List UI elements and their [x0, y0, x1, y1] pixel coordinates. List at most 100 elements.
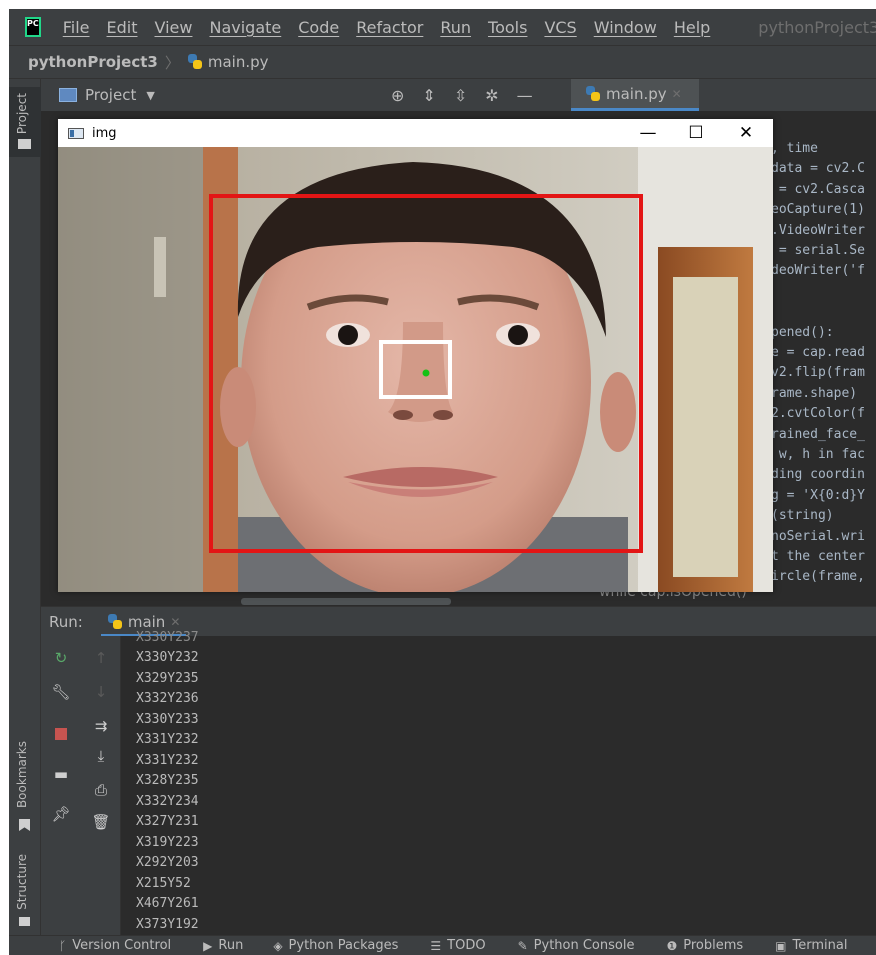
menu-tools[interactable]: Tools: [488, 18, 527, 37]
soft-wrap-icon[interactable]: ⇉: [91, 716, 111, 736]
menu-refactor[interactable]: Refactor: [356, 18, 423, 37]
breadcrumb-project[interactable]: pythonProject3: [28, 53, 158, 71]
code-line: ircle(frame,: [771, 569, 865, 585]
code-line: ding coordin: [771, 467, 865, 483]
console-line: X330Y233: [136, 711, 199, 727]
minimize-icon[interactable]: —: [624, 119, 672, 147]
run-icon: ▶: [203, 938, 213, 953]
tool-tab-project[interactable]: Project: [9, 87, 41, 157]
scroll-to-end-icon[interactable]: ⤓: [91, 746, 111, 766]
branch-icon: ᚴ: [59, 938, 67, 953]
bookmark-icon: [19, 819, 30, 831]
menu-run[interactable]: Run: [440, 18, 471, 37]
hide-panel-icon[interactable]: —: [517, 86, 533, 105]
console-line-partial: X330Y237: [136, 630, 199, 645]
menu-window[interactable]: Window: [594, 18, 657, 37]
print-icon[interactable]: ⎙: [91, 780, 111, 800]
project-horizontal-scrollbar[interactable]: [41, 598, 571, 606]
tab-label: main.py: [606, 84, 667, 103]
stop-icon[interactable]: [51, 724, 71, 744]
editor-tab-bar: main.py ✕: [571, 79, 876, 111]
folder-icon: [18, 139, 31, 149]
list-icon: ☰: [430, 938, 442, 953]
breadcrumb-file[interactable]: main.py: [208, 53, 269, 71]
run-toolbar-secondary: ↑ ↓ ⇉ ⤓ ⎙ 🗑︎: [81, 636, 121, 935]
problems-icon: ❶: [666, 938, 678, 953]
collapse-all-icon[interactable]: ⇳: [454, 86, 467, 105]
close-icon[interactable]: ✕: [672, 87, 682, 101]
wrench-icon[interactable]: 🔧︎: [51, 682, 71, 702]
code-line: t the center: [771, 549, 865, 564]
expand-all-icon[interactable]: ⇕: [422, 86, 435, 105]
menu-navigate[interactable]: Navigate: [209, 18, 281, 37]
console-line: X332Y236: [136, 691, 199, 706]
breadcrumb-chevron-icon: 〉: [164, 53, 180, 72]
status-label: Python Packages: [288, 938, 399, 953]
status-label: Problems: [683, 938, 744, 953]
close-icon[interactable]: ✕: [170, 615, 180, 629]
img-window[interactable]: img — ☐ ✕: [58, 119, 773, 592]
status-problems[interactable]: ❶ Problems: [666, 938, 743, 953]
status-label: Terminal: [792, 938, 848, 953]
status-label: Python Console: [533, 938, 635, 953]
code-line: noSerial.wri: [771, 528, 865, 544]
menu-file[interactable]: File: [63, 18, 90, 37]
menu-help[interactable]: Help: [674, 18, 710, 37]
trash-icon[interactable]: 🗑︎: [91, 812, 111, 832]
code-line: 2.cvtColor(f: [771, 406, 865, 422]
pycharm-window: PC File Edit View Navigate Code Refactor…: [9, 9, 876, 955]
menu-bar: PC File Edit View Navigate Code Refactor…: [9, 9, 876, 45]
tool-tab-project-label: Project: [15, 93, 29, 135]
img-window-titlebar[interactable]: img — ☐ ✕: [58, 119, 773, 147]
status-terminal[interactable]: ▣ Terminal: [775, 938, 847, 953]
code-line: data = cv2.C: [771, 161, 865, 177]
status-python-packages[interactable]: ◈ Python Packages: [273, 938, 398, 953]
status-python-console[interactable]: ✎ Python Console: [518, 938, 635, 953]
project-panel-title[interactable]: Project: [85, 86, 136, 104]
python-run-icon: [107, 613, 123, 630]
code-line: w, h in fac: [771, 447, 865, 462]
arrow-up-icon[interactable]: ↑: [91, 648, 111, 668]
chevron-down-icon[interactable]: ▼: [146, 89, 154, 102]
run-console[interactable]: X330Y237 X330Y232 X329Y235 X332Y236 X330Y23…: [121, 630, 876, 935]
tab-main-py[interactable]: main.py ✕: [571, 79, 699, 111]
console-line: X467Y261: [136, 896, 199, 911]
code-line: rained_face_: [771, 426, 865, 442]
gear-icon[interactable]: ✲: [485, 86, 498, 105]
layout-icon[interactable]: ▬: [51, 764, 71, 784]
status-label: TODO: [447, 938, 486, 953]
run-panel-label: Run:: [49, 612, 83, 631]
console-line: X319Y223: [136, 834, 199, 850]
python-file-icon: [187, 54, 203, 70]
scrollbar-thumb[interactable]: [241, 598, 451, 605]
run-tab-label: main: [127, 612, 166, 631]
left-tool-strip: Project Bookmarks Structure: [9, 79, 41, 935]
console-line: X328Y235: [136, 773, 199, 788]
code-line: deoWriter('f: [771, 263, 865, 279]
locate-file-icon[interactable]: ⊕: [391, 86, 404, 105]
tool-tab-structure-label: Structure: [15, 854, 29, 910]
terminal-icon: ▣: [775, 938, 787, 953]
code-line: = cv2.Casca: [771, 181, 865, 197]
status-todo[interactable]: ☰ TODO: [430, 938, 485, 953]
status-version-control[interactable]: ᚴ Version Control: [59, 938, 171, 953]
console-line: X327Y231: [136, 814, 199, 829]
menu-code[interactable]: Code: [298, 18, 339, 37]
webcam-frame: [58, 147, 773, 592]
code-line: v2.flip(fram: [771, 365, 865, 381]
close-icon[interactable]: ✕: [722, 119, 770, 147]
pin-icon[interactable]: 📌︎: [51, 804, 71, 824]
menu-vcs[interactable]: VCS: [544, 18, 576, 37]
window-title: pythonProject3: [758, 17, 876, 37]
console-line: X332Y234: [136, 793, 199, 809]
console-line: X373Y192: [136, 916, 199, 932]
rerun-icon[interactable]: ↻: [51, 648, 71, 668]
arrow-down-icon[interactable]: ↓: [91, 682, 111, 702]
pycharm-logo-icon: PC: [25, 17, 41, 37]
maximize-icon[interactable]: ☐: [672, 119, 720, 147]
console-line: X331Y232: [136, 732, 199, 747]
menu-view[interactable]: View: [155, 18, 193, 37]
console-line: X292Y203: [136, 855, 199, 870]
menu-edit[interactable]: Edit: [107, 18, 138, 37]
status-run[interactable]: ▶ Run: [203, 938, 243, 953]
